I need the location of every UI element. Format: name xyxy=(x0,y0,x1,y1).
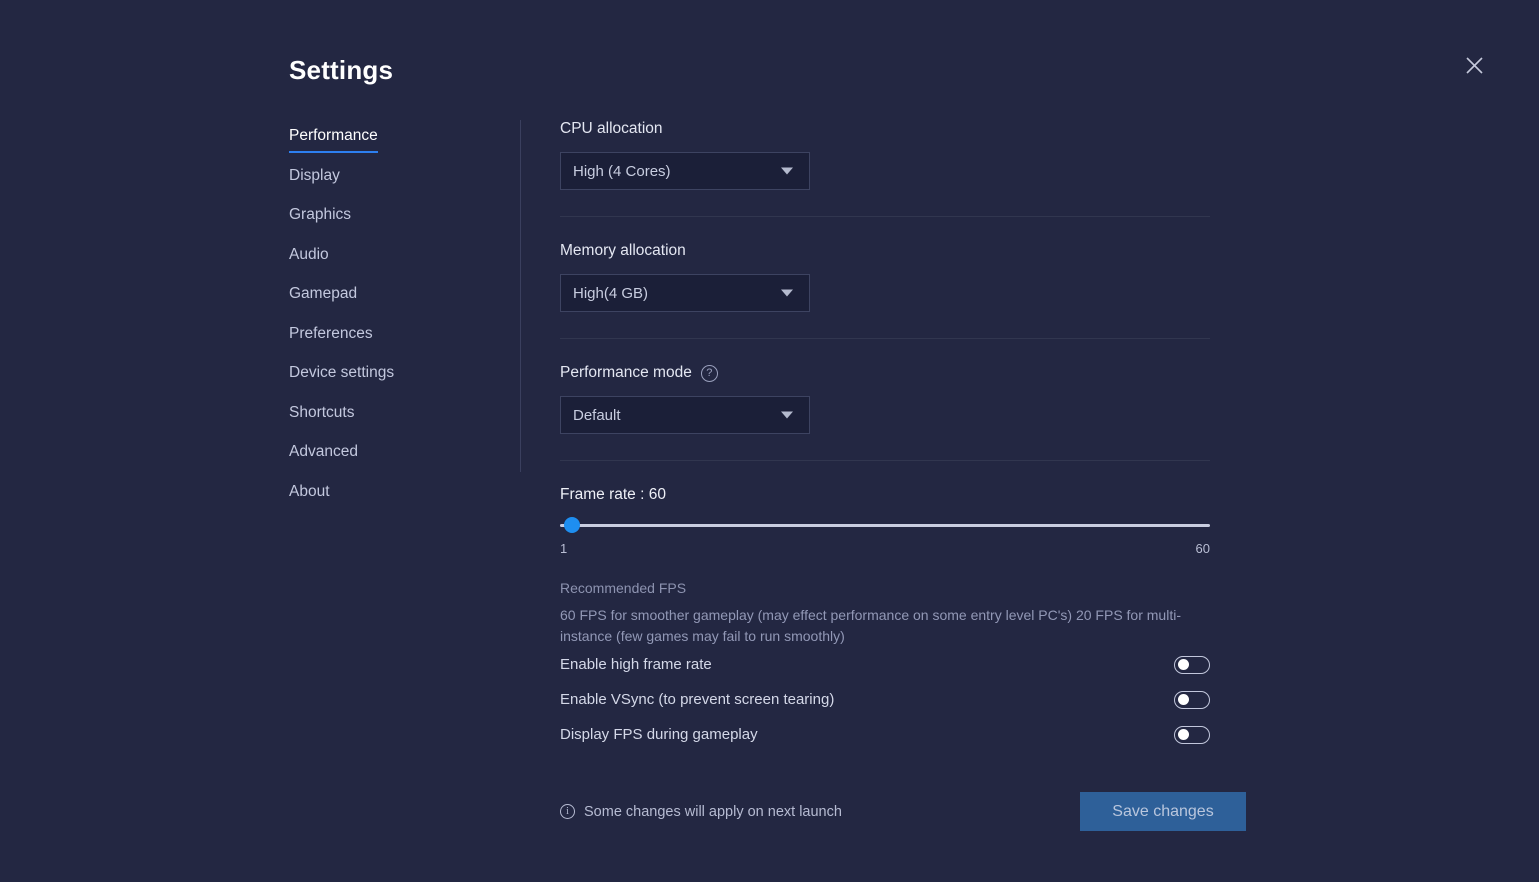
frame-rate-slider[interactable] xyxy=(560,517,1210,533)
toggle-label: Enable high frame rate xyxy=(560,656,712,673)
sidebar-item-device-settings[interactable]: Device settings xyxy=(289,365,394,390)
performance-mode-label: Performance mode xyxy=(560,364,692,381)
toggle-label: Enable VSync (to prevent screen tearing) xyxy=(560,691,835,708)
dialog-footer: i Some changes will apply on next launch… xyxy=(560,792,1246,831)
memory-allocation-select[interactable]: High(4 GB) xyxy=(560,274,810,312)
sidebar-item-shortcuts[interactable]: Shortcuts xyxy=(289,403,355,430)
sidebar-item-about[interactable]: About xyxy=(289,482,330,509)
toggle-knob xyxy=(1177,728,1189,740)
cpu-allocation-section: CPU allocation High (4 Cores) xyxy=(560,120,1210,190)
cpu-allocation-label: CPU allocation xyxy=(560,120,663,137)
sidebar-item-label: About xyxy=(289,482,330,500)
toggle-knob xyxy=(1177,693,1189,705)
info-icon: i xyxy=(560,804,575,819)
page-title: Settings xyxy=(289,55,394,85)
toggle-knob xyxy=(1177,658,1189,670)
sidebar-divider xyxy=(520,120,521,472)
settings-sidebar: Performance Display Graphics Audio Gamep… xyxy=(289,128,489,523)
toggle-row-high-frame-rate: Enable high frame rate xyxy=(560,647,1210,682)
toggle-vsync[interactable] xyxy=(1174,690,1210,709)
frame-rate-section: Frame rate : 60 1 60 Recommended FPS 60 … xyxy=(560,461,1210,752)
close-icon[interactable] xyxy=(1457,48,1491,82)
slider-thumb[interactable] xyxy=(564,517,580,533)
question-mark-icon[interactable]: ? xyxy=(700,364,718,382)
sidebar-item-label: Preferences xyxy=(289,324,373,342)
sidebar-item-performance[interactable]: Performance xyxy=(289,128,378,153)
footer-note-text: Some changes will apply on next launch xyxy=(584,803,842,820)
footer-note: i Some changes will apply on next launch xyxy=(560,804,842,820)
sidebar-item-label: Audio xyxy=(289,245,329,263)
slider-min-label: 1 xyxy=(560,541,568,556)
sidebar-item-label: Display xyxy=(289,166,340,184)
sidebar-item-label: Performance xyxy=(289,127,378,144)
sidebar-item-label: Graphics xyxy=(289,206,352,223)
sidebar-item-label: Gamepad xyxy=(289,285,358,302)
toggle-display-fps[interactable] xyxy=(1174,725,1210,744)
chevron-down-icon xyxy=(781,411,793,419)
performance-mode-select[interactable]: Default xyxy=(560,396,810,434)
sidebar-item-preferences[interactable]: Preferences xyxy=(289,324,373,351)
recommended-fps-title: Recommended FPS xyxy=(560,580,687,596)
frame-rate-label: Frame rate : 60 xyxy=(560,486,666,503)
performance-mode-value: Default xyxy=(573,406,621,424)
memory-allocation-label: Memory allocation xyxy=(560,242,686,259)
cpu-allocation-select[interactable]: High (4 Cores) xyxy=(560,152,810,190)
performance-mode-section: Performance mode ? Default xyxy=(560,339,1210,434)
memory-allocation-section: Memory allocation High(4 GB) xyxy=(560,217,1210,312)
cpu-allocation-value: High (4 Cores) xyxy=(573,162,671,180)
sidebar-item-label: Advanced xyxy=(289,443,358,460)
toggle-row-display-fps: Display FPS during gameplay xyxy=(560,717,1210,752)
sidebar-item-advanced[interactable]: Advanced xyxy=(289,444,358,469)
sidebar-item-graphics[interactable]: Graphics xyxy=(289,207,351,232)
settings-dialog: Settings Performance Display Graphics Au… xyxy=(0,0,1539,882)
toggle-label: Display FPS during gameplay xyxy=(560,726,758,743)
toggle-row-vsync: Enable VSync (to prevent screen tearing) xyxy=(560,682,1210,717)
recommended-fps-body: 60 FPS for smoother gameplay (may effect… xyxy=(560,607,1181,644)
chevron-down-icon xyxy=(781,167,793,175)
chevron-down-icon xyxy=(781,289,793,297)
toggle-high-frame-rate[interactable] xyxy=(1174,655,1210,674)
slider-track xyxy=(560,524,1210,527)
sidebar-item-display[interactable]: Display xyxy=(289,166,340,193)
slider-max-label: 60 xyxy=(1195,541,1210,556)
settings-content: CPU allocation High (4 Cores) Memory all… xyxy=(560,120,1210,752)
sidebar-item-label: Shortcuts xyxy=(289,403,355,421)
save-changes-button[interactable]: Save changes xyxy=(1080,792,1246,831)
sidebar-item-label: Device settings xyxy=(289,364,395,381)
memory-allocation-value: High(4 GB) xyxy=(573,284,649,302)
sidebar-item-audio[interactable]: Audio xyxy=(289,245,329,272)
performance-mode-label-row: Performance mode ? xyxy=(560,364,1210,382)
slider-range-labels: 1 60 xyxy=(560,541,1210,556)
sidebar-item-gamepad[interactable]: Gamepad xyxy=(289,286,357,311)
